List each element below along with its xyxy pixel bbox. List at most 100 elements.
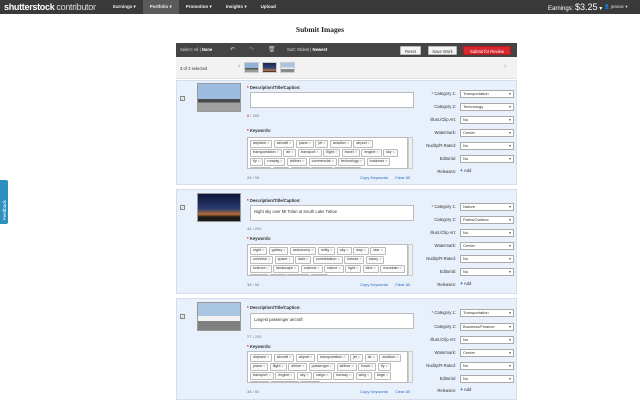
keyword-tag[interactable]: universe× — [250, 256, 274, 264]
remove-keyword-icon[interactable]: × — [305, 168, 307, 169]
keyword-tag[interactable]: blue× — [362, 265, 379, 273]
keyword-tag[interactable]: aerospace× — [334, 167, 361, 168]
keyword-tag[interactable]: nature× — [324, 265, 344, 273]
keywords-input[interactable]: night× galaxy× astronomy× milky× sky× way× sta… — [247, 244, 408, 276]
keyword-tag[interactable]: fly× — [250, 158, 263, 166]
sort-newest-link[interactable]: Newest — [313, 47, 328, 52]
row-thumbnail[interactable] — [197, 83, 241, 112]
remove-keyword-icon[interactable]: × — [330, 364, 332, 368]
keyword-tag[interactable]: jet× — [315, 140, 329, 148]
remove-keyword-icon[interactable]: × — [355, 150, 357, 154]
nav-upload[interactable]: Upload — [254, 0, 283, 14]
keyword-tag[interactable]: sky× — [383, 149, 398, 157]
remove-keyword-icon[interactable]: × — [330, 248, 332, 252]
keyword-tag[interactable]: cargo× — [313, 372, 332, 380]
remove-keyword-icon[interactable]: × — [385, 159, 387, 163]
remove-keyword-icon[interactable]: × — [364, 248, 366, 252]
thumbnail-2[interactable] — [262, 62, 277, 73]
remove-keyword-icon[interactable]: × — [283, 248, 285, 252]
keyword-tag[interactable]: engine× — [361, 149, 382, 157]
remove-keyword-icon[interactable]: × — [302, 159, 304, 163]
remove-keyword-icon[interactable]: × — [380, 248, 382, 252]
keyword-tag[interactable]: jet× — [350, 354, 364, 362]
keywords-scrollbar[interactable] — [408, 244, 413, 276]
remove-keyword-icon[interactable]: × — [267, 266, 269, 270]
remove-keyword-icon[interactable]: × — [323, 141, 325, 145]
keyword-tag[interactable]: air× — [364, 354, 378, 362]
keyword-tag[interactable]: science× — [250, 265, 272, 273]
clear-all-link[interactable]: Clear All — [395, 175, 410, 180]
keywords-input[interactable]: airplane× aircraft× airport× transportation… — [247, 351, 408, 383]
thumbnail-3[interactable] — [280, 62, 295, 73]
keyword-tag[interactable]: large× — [373, 372, 392, 380]
description-input[interactable]: Night sky over Mt Tolan at South Lake Ta… — [250, 205, 414, 221]
keyword-tag[interactable]: transportation× — [250, 149, 282, 157]
remove-keyword-icon[interactable]: × — [331, 159, 333, 163]
category2-select[interactable]: Business/Finance ▾ — [460, 323, 514, 331]
illust-select[interactable]: No ▾ — [460, 229, 514, 237]
keyword-tag[interactable]: astronomy× — [289, 247, 317, 255]
row-thumbnail[interactable] — [197, 193, 241, 222]
editorial-select[interactable]: No ▾ — [460, 155, 514, 163]
nav-earnings[interactable]: Earnings ▾ — [106, 0, 143, 14]
copy-keywords-link[interactable]: Copy Keywords — [360, 389, 388, 394]
category1-select[interactable]: Transportation ▾ — [460, 309, 514, 317]
keyword-tag[interactable]: engine× — [275, 372, 296, 380]
illust-select[interactable]: No ▾ — [460, 116, 514, 124]
logo[interactable]: shutterstock contributor — [4, 2, 96, 12]
remove-keyword-icon[interactable]: × — [343, 355, 345, 359]
keyword-tag[interactable]: heavy× — [250, 381, 269, 382]
keyword-tag[interactable]: way× — [353, 247, 369, 255]
keyword-tag[interactable]: milky× — [317, 247, 336, 255]
remove-keyword-icon[interactable]: × — [280, 159, 282, 163]
keyword-tag[interactable]: cosmos× — [300, 265, 323, 273]
keyword-tag[interactable]: space× — [274, 256, 294, 264]
remove-keyword-icon[interactable]: × — [399, 266, 401, 270]
remove-keyword-icon[interactable]: × — [262, 248, 264, 252]
keyword-tag[interactable]: constellation× — [312, 256, 343, 264]
keyword-tag[interactable]: passenger× — [308, 363, 336, 371]
remove-keyword-icon[interactable]: × — [317, 266, 319, 270]
keyword-tag[interactable]: airplane× — [250, 140, 273, 148]
keyword-tag[interactable]: galaxy× — [268, 247, 289, 255]
category2-select[interactable]: Parks/Outdoor ▾ — [460, 216, 514, 224]
remove-keyword-icon[interactable]: × — [371, 364, 373, 368]
keyword-tag[interactable]: night× — [250, 247, 268, 255]
description-input[interactable] — [250, 92, 414, 108]
watermark-select[interactable]: Center ▾ — [460, 129, 514, 137]
remove-keyword-icon[interactable]: × — [393, 150, 395, 154]
keywords-input[interactable]: airplane× aircraft× plane× jet× aviation× air… — [247, 137, 408, 169]
thumbnail-1[interactable] — [244, 62, 259, 73]
remove-keyword-icon[interactable]: × — [352, 364, 354, 368]
remove-keyword-icon[interactable]: × — [386, 364, 388, 368]
keyword-tag[interactable]: aircraft× — [273, 354, 295, 362]
keyword-tag[interactable]: commercial× — [308, 158, 337, 166]
keyword-tag[interactable]: commercial× — [270, 381, 299, 383]
watermark-select[interactable]: Center ▾ — [460, 242, 514, 250]
remove-keyword-icon[interactable]: × — [310, 355, 312, 359]
keyword-tag[interactable]: evening× — [287, 274, 310, 275]
keywords-scrollbar[interactable] — [408, 137, 413, 169]
keyword-tag[interactable]: runway× — [264, 158, 286, 166]
keyword-tag[interactable]: airliner× — [286, 158, 308, 166]
chevron-right-icon[interactable]: › — [504, 63, 506, 70]
add-release-button[interactable]: + Add — [460, 387, 471, 393]
category1-select[interactable]: Nature ▾ — [460, 203, 514, 211]
remove-keyword-icon[interactable]: × — [266, 168, 268, 169]
remove-keyword-icon[interactable]: × — [359, 257, 361, 261]
category1-select[interactable]: Transportation ▾ — [460, 90, 514, 98]
remove-keyword-icon[interactable]: × — [267, 141, 269, 145]
remove-keyword-icon[interactable]: × — [293, 382, 295, 383]
keyword-tag[interactable]: landing× — [250, 167, 272, 169]
keyword-tag[interactable]: aviation× — [329, 140, 352, 148]
keyword-tag[interactable]: technology× — [338, 158, 366, 166]
reset-button[interactable]: Reset — [400, 46, 421, 55]
remove-keyword-icon[interactable]: × — [386, 373, 388, 377]
remove-keyword-icon[interactable]: × — [311, 248, 313, 252]
remove-keyword-icon[interactable]: × — [289, 141, 291, 145]
remove-keyword-icon[interactable]: × — [338, 266, 340, 270]
row-checkbox[interactable]: ✓ — [180, 314, 185, 319]
keyword-tag[interactable]: airliner× — [336, 363, 357, 371]
chevron-left-icon[interactable]: ‹ — [238, 63, 240, 70]
keyword-tag[interactable]: tarmac× — [300, 381, 321, 382]
